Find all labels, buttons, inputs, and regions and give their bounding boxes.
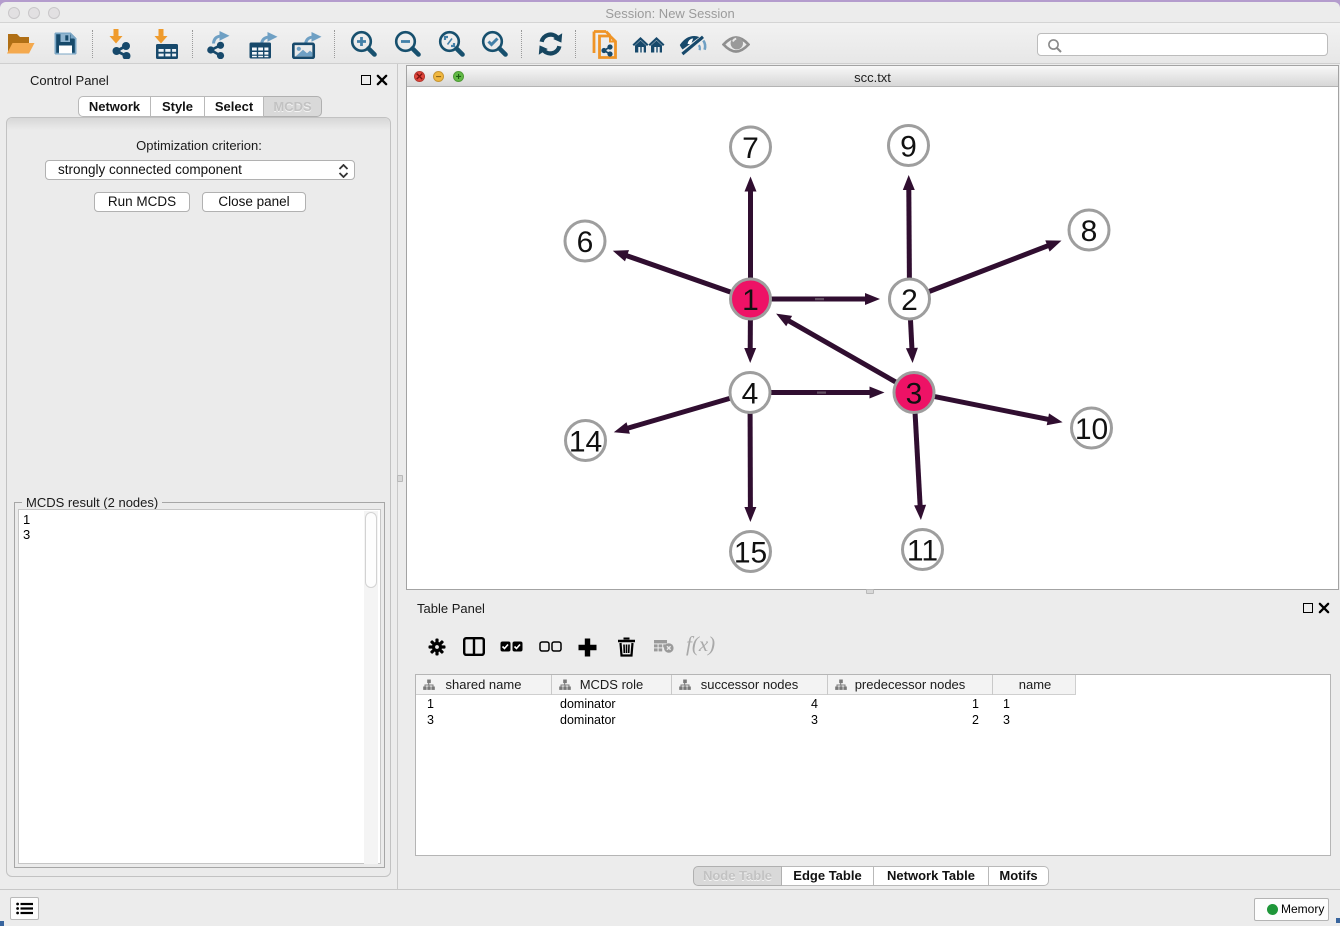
- svg-text:14: 14: [569, 426, 602, 459]
- svg-text:3: 3: [906, 378, 923, 411]
- svg-text:1: 1: [742, 284, 759, 317]
- svg-text:8: 8: [1081, 215, 1098, 248]
- svg-text:4: 4: [742, 378, 759, 411]
- svg-text:9: 9: [900, 131, 917, 164]
- svg-text:7: 7: [742, 132, 759, 165]
- svg-text:10: 10: [1075, 413, 1108, 446]
- svg-text:11: 11: [907, 535, 938, 568]
- svg-text:6: 6: [577, 226, 594, 259]
- svg-text:2: 2: [901, 284, 918, 317]
- svg-text:15: 15: [734, 537, 767, 570]
